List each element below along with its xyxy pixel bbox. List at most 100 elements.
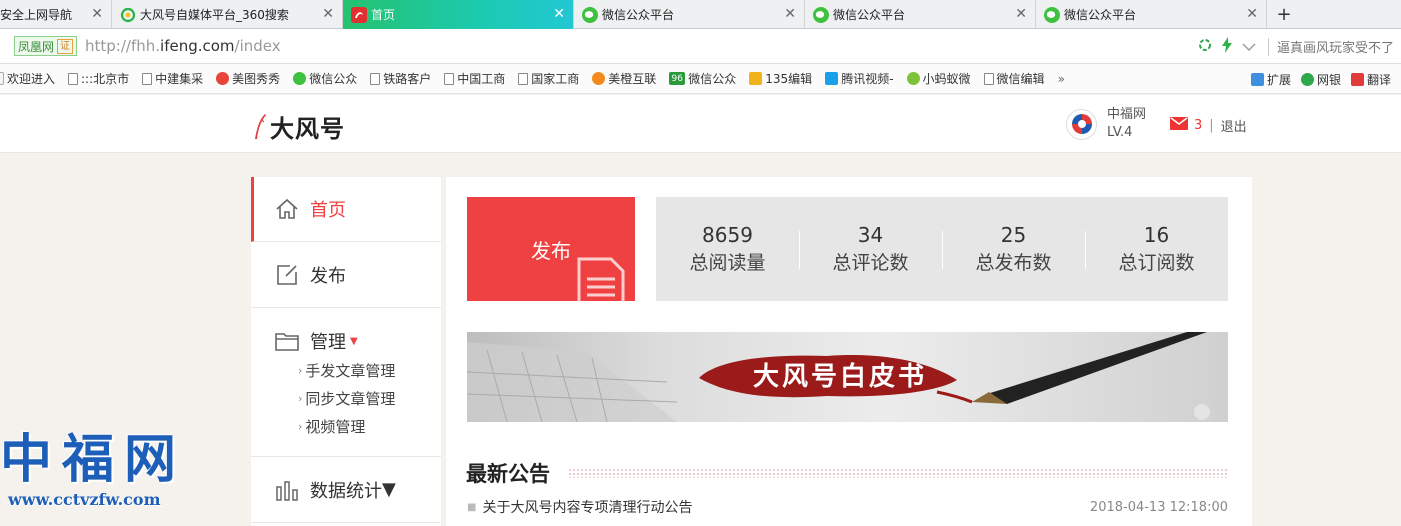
close-icon[interactable]: ✕ [91, 6, 103, 22]
url-field[interactable]: http://fhh.ifeng.com/index [85, 37, 281, 55]
quill-logo-icon [255, 113, 266, 139]
ifeng-icon [351, 6, 367, 23]
new-tab-button[interactable]: + [1267, 0, 1301, 29]
bookmark-label: 国家工商 [531, 72, 580, 86]
site-identity-badge[interactable]: 凤凰网 证 [14, 36, 78, 56]
watermark-url: www.cctvzfw.com [8, 490, 161, 509]
avatar-logo-icon [1071, 114, 1092, 134]
browser-tab-3[interactable]: 微信公众平台 ✕ [574, 0, 805, 29]
publish-button[interactable]: 发布 [467, 197, 635, 301]
close-icon[interactable]: ✕ [1015, 6, 1027, 22]
mail-icon[interactable] [1170, 117, 1188, 134]
translate-label: 翻译 [1366, 72, 1391, 87]
browser-tab-4[interactable]: 微信公众平台 ✕ [805, 0, 1036, 29]
bookmark-item[interactable]: 国家工商 [518, 70, 579, 87]
bookmark-label: 微信公众 [309, 72, 358, 86]
stat-value: 34 [857, 223, 884, 247]
browser-tab-1[interactable]: 大风号自媒体平台_360搜索 ✕ [112, 0, 343, 29]
meitu-icon [216, 72, 230, 85]
site-logo[interactable]: 大风号 [252, 109, 345, 144]
home-icon [274, 196, 300, 222]
bookmark-item[interactable]: :::北京市 [68, 70, 129, 87]
stat-value: 8659 [702, 223, 753, 247]
stat-label: 总阅读量 [689, 252, 766, 274]
wechat-icon [1044, 6, 1060, 23]
folder-icon [274, 328, 300, 354]
browser-tab-5[interactable]: 微信公众平台 ✕ [1036, 0, 1267, 29]
address-bar-tools: 逼真画风玩家受不了 [1194, 29, 1401, 64]
browser-tab-0[interactable]: 安全上网导航 ✕ [0, 0, 112, 29]
translate-icon [1350, 72, 1364, 86]
online-bank-button[interactable]: 网银 [1300, 71, 1341, 88]
mail-area: 3 | 退出 [1170, 116, 1247, 135]
url-suffix: /index [234, 37, 281, 55]
bookmark-item[interactable]: 美橙互联 [592, 70, 656, 87]
loading-icon[interactable] [1194, 38, 1216, 56]
bookmark-item[interactable]: 小蚂蚁微 [906, 70, 971, 87]
stat-label: 总订阅数 [1118, 252, 1195, 274]
bar-chart-icon [274, 477, 300, 503]
bookmark-item[interactable]: 欢迎进入 [0, 70, 55, 87]
sidebar-item-manage[interactable]: 管理 ▼ [251, 326, 441, 356]
bookmark-item[interactable]: 中建集采 [142, 70, 203, 87]
bookmark-bar: 欢迎进入 :::北京市 中建集采 美图秀秀 微信公众 铁路客户 中国工商 国家工… [0, 64, 1401, 94]
user-profile[interactable]: 中福网 LV.4 [1066, 106, 1146, 142]
orange-icon [592, 72, 606, 85]
folder-icon [0, 72, 4, 85]
stat-total-comments: 34 总评论数 [799, 197, 942, 301]
bookmark-label: 腾讯视频- [841, 72, 894, 86]
whitepaper-banner[interactable]: 大风号白皮书 [467, 332, 1228, 422]
bookmark-item[interactable]: 微信编辑 [983, 70, 1045, 87]
close-icon[interactable]: ✕ [553, 6, 565, 22]
bookmark-item[interactable]: 美图秀秀 [216, 70, 280, 87]
sidebar-subitem-synced-articles[interactable]: › 同步文章管理 [251, 384, 441, 412]
user-info: 中福网 LV.4 [1107, 106, 1146, 142]
banner-title: 大风号白皮书 [753, 362, 928, 392]
bookmark-item[interactable]: 96 微信公众 [669, 70, 736, 87]
sidebar-subitem-label: 手发文章管理 [305, 361, 396, 380]
list-item[interactable]: ■ 关于大风号内容专项清理行动公告 2018-04-13 12:18:00 [467, 497, 1228, 517]
extensions-button[interactable]: 扩展 [1250, 71, 1291, 88]
bookmark-item[interactable]: 微信公众 [293, 70, 357, 87]
lightning-icon[interactable] [1216, 36, 1238, 57]
search-box[interactable]: 逼真画风玩家受不了 [1277, 37, 1401, 56]
site-header: 大风号 中福网 LV.4 3 | 退出 [0, 95, 1401, 153]
online-bank-label: 网银 [1316, 72, 1341, 87]
bookmark-item[interactable]: 铁路客户 [370, 70, 431, 87]
bookmark-label: 欢迎进入 [7, 72, 56, 86]
section-title: 最新公告 [466, 462, 550, 486]
sidebar-item-stats[interactable]: 数据统计 ▼ [251, 457, 441, 523]
bookmark-item[interactable]: 腾讯视频- [825, 70, 894, 87]
bookmark-item[interactable]: 中国工商 [444, 70, 505, 87]
stats-panel: 8659 总阅读量 34 总评论数 25 总发布数 16 总订阅数 [656, 197, 1228, 301]
sidebar-item-home[interactable]: 首页 [251, 177, 441, 242]
close-icon[interactable]: ✕ [322, 6, 334, 22]
announcements-header: 最新公告 [466, 458, 1228, 488]
tab-label: 微信公众平台 [833, 8, 906, 22]
bullet-icon: ■ [467, 501, 477, 513]
logout-link[interactable]: 退出 [1221, 116, 1247, 135]
tab-label: 安全上网导航 [0, 8, 73, 22]
close-icon[interactable]: ✕ [1246, 6, 1258, 22]
sidebar-group-manage: 管理 ▼ › 手发文章管理 › 同步文章管理 › 视频管理 [251, 308, 441, 457]
url-prefix: http://fhh. [85, 37, 161, 55]
browser-tab-2[interactable]: 首页 ✕ [343, 0, 574, 29]
avatar[interactable] [1066, 108, 1097, 140]
sidebar-item-label: 数据统计 [310, 480, 382, 502]
bookmark-overflow-button[interactable]: » [1058, 72, 1065, 86]
caret-down-icon: ▼ [350, 335, 358, 347]
translate-button[interactable]: 翻译 [1350, 71, 1391, 88]
bookmark-item[interactable]: 135编辑 [749, 70, 812, 87]
chevron-down-icon[interactable] [1238, 39, 1260, 55]
sidebar-subitem-videos[interactable]: › 视频管理 [251, 412, 441, 440]
sidebar-item-publish[interactable]: 发布 [251, 242, 441, 308]
sidebar-subitem-manual-articles[interactable]: › 手发文章管理 [251, 356, 441, 384]
sidebar-item-label: 管理 [310, 332, 346, 353]
ant-icon [906, 72, 920, 85]
search-360-icon [120, 7, 136, 23]
close-icon[interactable]: ✕ [784, 6, 796, 22]
extensions-label: 扩展 [1266, 72, 1291, 87]
stat-label: 总评论数 [832, 252, 909, 274]
sidebar: 首页 发布 管理 ▼ › 手发文章管理 › 同步文章管理 › 视频管理 数据统计… [251, 177, 441, 526]
mail-count[interactable]: 3 [1194, 118, 1202, 133]
